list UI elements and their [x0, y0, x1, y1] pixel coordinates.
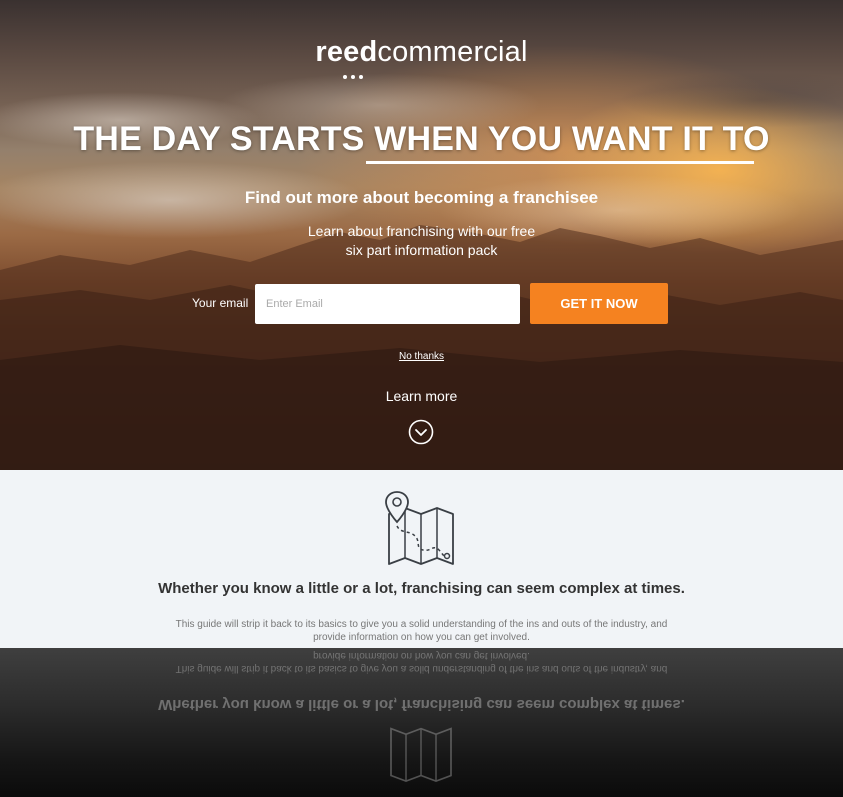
map-pin-icon-reflection	[390, 727, 452, 783]
hero-intro: Learn about franchising with our free si…	[0, 222, 843, 260]
learn-more-label[interactable]: Learn more	[0, 388, 843, 404]
page: reedcommercial THE DAY STARTS WHEN YOU W…	[0, 0, 843, 797]
email-input[interactable]	[255, 284, 520, 324]
logo-bold-text: reed	[315, 36, 378, 68]
intro-line-2: six part information pack	[345, 242, 498, 258]
reflection-mirror: Whether you know a little or a lot, fran…	[0, 648, 843, 797]
get-it-now-button[interactable]: GET IT NOW	[530, 283, 668, 324]
logo-dots-icon	[343, 66, 367, 84]
hero-section: reedcommercial THE DAY STARTS WHEN YOU W…	[0, 0, 843, 470]
no-thanks-link[interactable]: No thanks	[0, 351, 843, 362]
info-body-reflection: This guide will strip it back to its bas…	[175, 650, 668, 674]
info-section: Whether you know a little or a lot, fran…	[0, 470, 843, 648]
intro-line-1: Learn about franchising with our free	[307, 223, 536, 239]
info-heading-reflection: Whether you know a little or a lot, fran…	[158, 696, 685, 713]
info-heading: Whether you know a little or a lot, fran…	[158, 580, 685, 597]
email-label: Your email	[192, 296, 249, 310]
brand-logo[interactable]: reedcommercial	[0, 36, 843, 69]
hero-subheading: Find out more about becoming a franchise…	[244, 188, 599, 207]
hero-headline: THE DAY STARTS WHEN YOU WANT IT TO	[73, 120, 770, 158]
logo-light-text: commercial	[377, 36, 528, 68]
map-pin-icon	[385, 491, 454, 565]
info-body: This guide will strip it back to its bas…	[175, 619, 668, 643]
chevron-down-circle-icon[interactable]	[408, 419, 434, 445]
headline-underline	[366, 161, 754, 164]
page-reflection: Whether you know a little or a lot, fran…	[0, 648, 843, 797]
